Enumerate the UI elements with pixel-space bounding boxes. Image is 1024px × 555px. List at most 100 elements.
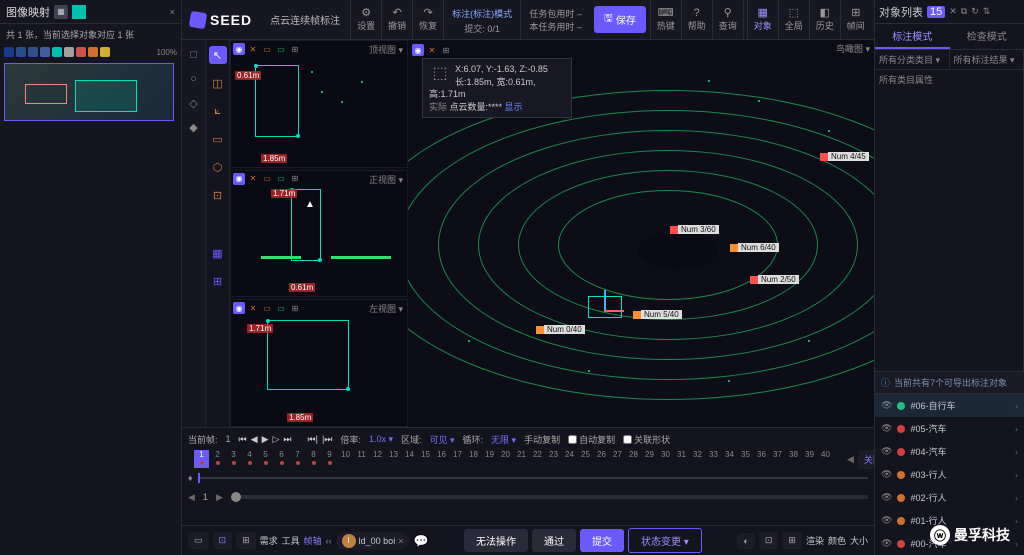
rate-select[interactable]: 1.0x ▾: [369, 434, 393, 445]
frame-cell[interactable]: 35: [738, 450, 753, 468]
frame-cell[interactable]: 34: [722, 450, 737, 468]
show-link[interactable]: 显示: [505, 102, 523, 112]
page-prev[interactable]: ◀: [188, 492, 195, 503]
eye-icon[interactable]: 👁: [881, 538, 892, 549]
bb-icon[interactable]: ⊞: [236, 532, 256, 549]
bb-label[interactable]: 需求: [260, 534, 278, 547]
keyframe-track[interactable]: ♦: [188, 470, 868, 486]
object-list-item[interactable]: 👁#00-汽车›: [875, 532, 1024, 555]
frame-cell[interactable]: 26: [594, 450, 609, 468]
thumb-dot[interactable]: [76, 47, 86, 57]
thumb-dot[interactable]: [64, 47, 74, 57]
object-tag[interactable]: Num 4/45: [820, 152, 869, 161]
view-icon[interactable]: ✕: [247, 302, 259, 314]
shape-tool[interactable]: ◆: [185, 118, 203, 136]
chevron-left-icon[interactable]: ◀: [847, 454, 854, 465]
thumb-dot[interactable]: [4, 47, 14, 57]
frame-cell[interactable]: 15: [418, 450, 433, 468]
main-view[interactable]: ◉ ✕ ⊞ 鸟瞰图 ▾ ⬚ X:6.07, Y:-1.63, Z:-0.85 长…: [408, 40, 874, 427]
skip-end-button[interactable]: |⏭: [322, 434, 332, 445]
close-icon[interactable]: ×: [398, 536, 403, 546]
user-tag[interactable]: I ld_00 boi ×: [336, 532, 410, 550]
size-icon[interactable]: ⊞: [782, 532, 802, 549]
zoom-slider[interactable]: [231, 492, 241, 502]
eye-icon[interactable]: 👁: [881, 492, 892, 503]
frame-cell[interactable]: 40: [818, 450, 833, 468]
query-button[interactable]: ⚲查询: [712, 0, 743, 39]
object-list-item[interactable]: 👁#01-行人›: [875, 509, 1024, 532]
view-icon[interactable]: ⊞: [289, 43, 301, 55]
object-list-item[interactable]: 👁#04-汽车›: [875, 440, 1024, 463]
chat-icon[interactable]: 💬: [413, 534, 428, 548]
thumb-dot[interactable]: [16, 47, 26, 57]
frame-cell[interactable]: 22: [530, 450, 545, 468]
poly-tool[interactable]: ⬡: [209, 158, 227, 176]
frame-cell[interactable]: 29: [642, 450, 657, 468]
view-icon[interactable]: ▭: [261, 43, 273, 55]
frame-cell[interactable]: 39: [802, 450, 817, 468]
frame-cell[interactable]: 6: [274, 450, 289, 468]
frame-cell[interactable]: 23: [546, 450, 561, 468]
object-list-item[interactable]: 👁#03-行人›: [875, 463, 1024, 486]
ffwd-button[interactable]: ⏭: [283, 434, 291, 445]
front-view[interactable]: ◉ ✕ ▭ ▭ ⊞ 正视图 ▾ 1.71m 0.61m ▲: [230, 170, 408, 298]
frame-cell[interactable]: 19: [482, 450, 497, 468]
skip-start-button[interactable]: ⏮|: [308, 434, 318, 445]
sort-icon[interactable]: ⇅: [983, 6, 991, 17]
frame-cell[interactable]: 11: [354, 450, 369, 468]
interframe-tab-button[interactable]: ⊞帧间: [840, 0, 871, 39]
chevron-right-icon[interactable]: ›: [1015, 401, 1018, 411]
frame-cell[interactable]: 20: [498, 450, 513, 468]
view-title[interactable]: 正视图 ▾: [369, 173, 403, 186]
thumb-dot[interactable]: [100, 47, 110, 57]
view-icon[interactable]: ✕: [426, 44, 438, 56]
frame-cell[interactable]: 30: [658, 450, 673, 468]
object-tag[interactable]: Num 5/40: [633, 310, 682, 319]
view-icon[interactable]: ◉: [233, 173, 245, 185]
link-icon[interactable]: ⧉: [961, 6, 967, 17]
box-tool[interactable]: ◫: [209, 74, 227, 92]
state-button[interactable]: 状态变更 ▾: [628, 528, 702, 553]
frame-cell[interactable]: 24: [562, 450, 577, 468]
view-icon[interactable]: ▭: [275, 173, 287, 185]
eye-icon[interactable]: 👁: [881, 469, 892, 480]
settings-button[interactable]: ⚙设置: [350, 0, 381, 39]
chevron-right-icon[interactable]: ›: [1015, 516, 1018, 526]
chevron-right-icon[interactable]: ›: [1015, 470, 1018, 480]
thumb-dot[interactable]: [28, 47, 38, 57]
frame-cell[interactable]: 25: [578, 450, 593, 468]
frame-cell[interactable]: 7: [290, 450, 305, 468]
frame-cell[interactable]: 37: [770, 450, 785, 468]
region-select[interactable]: 可见 ▾: [429, 433, 454, 446]
frame-cell[interactable]: 33: [706, 450, 721, 468]
frame-cell[interactable]: 17: [450, 450, 465, 468]
top-view[interactable]: ◉ ✕ ▭ ▭ ⊞ 顶视图 ▾ 0.61m 1.85m: [230, 40, 408, 168]
rewind-button[interactable]: ⏮: [239, 434, 247, 445]
result-filter[interactable]: 所有标注结果 ▾: [950, 50, 1024, 69]
chevron-right-icon[interactable]: ›: [1015, 424, 1018, 434]
view-icon[interactable]: ◉: [412, 44, 424, 56]
thumb-dot[interactable]: [52, 47, 62, 57]
bb-label[interactable]: 帧轴: [304, 534, 322, 547]
object-list-item[interactable]: 👁#02-行人›: [875, 486, 1024, 509]
category-filter[interactable]: 所有分类类目 ▾: [875, 50, 950, 69]
thumb-dot[interactable]: [88, 47, 98, 57]
view-icon[interactable]: ⊞: [289, 173, 301, 185]
view-icon[interactable]: ▭: [275, 302, 287, 314]
page-next[interactable]: ▶: [216, 492, 223, 503]
frame-cell[interactable]: 4: [242, 450, 257, 468]
frame-cell[interactable]: 38: [786, 450, 801, 468]
collapse-icon[interactable]: ‹‹: [326, 536, 332, 546]
shape-tool[interactable]: ◇: [185, 94, 203, 112]
view-icon[interactable]: ▭: [261, 173, 273, 185]
bb-label[interactable]: 工具: [282, 534, 300, 547]
refresh-icon[interactable]: ↻: [971, 6, 979, 17]
view-icon[interactable]: ✕: [247, 43, 259, 55]
object-tag[interactable]: Num 0/40: [536, 325, 585, 334]
view-icon[interactable]: ◉: [233, 302, 245, 314]
bb-icon[interactable]: ⊡: [213, 532, 233, 549]
close-icon[interactable]: ×: [170, 7, 175, 17]
play-button[interactable]: ▶: [262, 434, 269, 445]
frame-cell[interactable]: 21: [514, 450, 529, 468]
frame-cell[interactable]: 13: [386, 450, 401, 468]
